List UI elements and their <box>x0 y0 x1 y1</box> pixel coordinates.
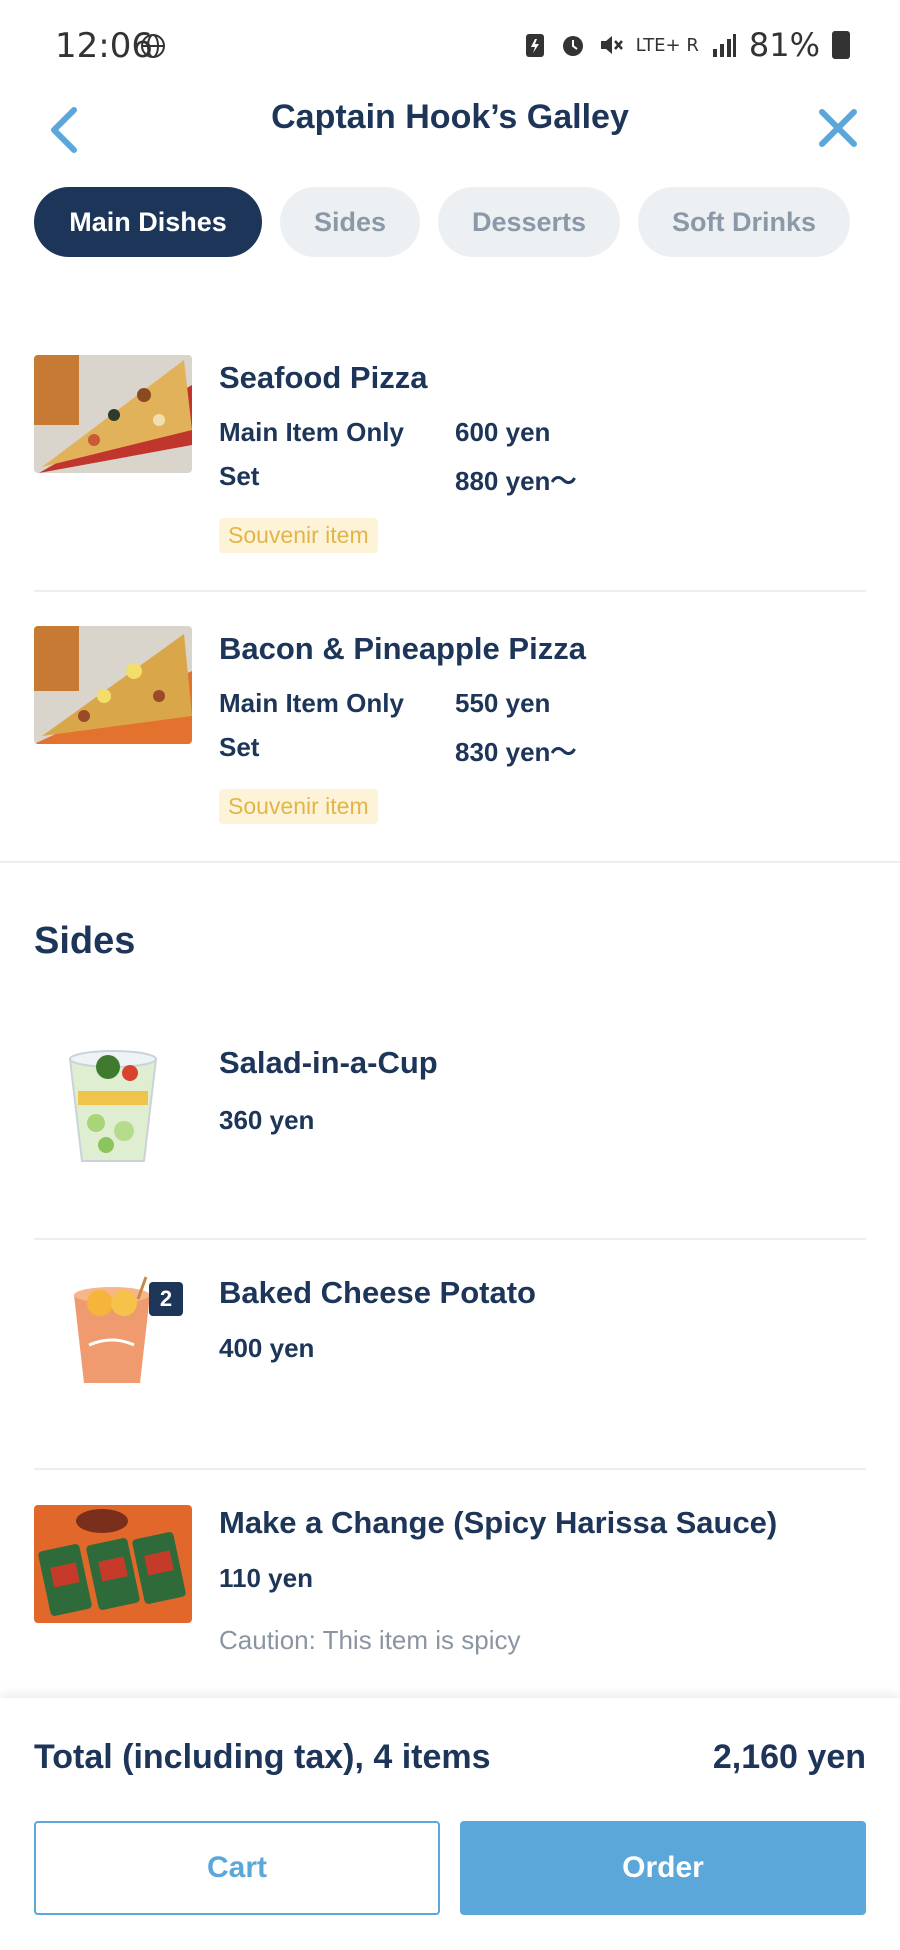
menu-item-harissa-sauce[interactable]: Make a Change (Spicy Harissa Sauce) 110 … <box>34 1505 866 1675</box>
section-title-sides: Sides <box>34 920 136 962</box>
item-name: Baked Cheese Potato <box>219 1275 536 1310</box>
menu-item-seafood-pizza[interactable]: Seafood Pizza Main Item Only 600 yen Set… <box>34 355 866 590</box>
souvenir-badge: Souvenir item <box>219 518 378 553</box>
price-row-main: Main Item Only 600 yen <box>219 417 550 448</box>
quantity-badge: 2 <box>149 1282 183 1316</box>
price-value: 600 yen <box>455 417 551 447</box>
spicy-caution-text: Caution: This item is spicy <box>219 1625 521 1655</box>
price-label: Main Item Only <box>219 417 404 447</box>
item-price: 110 yen <box>219 1563 313 1593</box>
mute-icon <box>600 36 623 54</box>
network-label: LTE+ R <box>635 34 699 56</box>
price-value: 550 yen <box>455 688 551 718</box>
salad-cup-image <box>34 1045 192 1165</box>
order-footer: Total (including tax), 4 items 2,160 yen… <box>0 1698 900 1950</box>
item-name: Salad-in-a-Cup <box>219 1045 438 1080</box>
price-value: 880 yen〜 <box>455 466 577 496</box>
souvenir-badge: Souvenir item <box>219 789 378 824</box>
divider <box>34 590 866 592</box>
cart-button[interactable]: Cart <box>34 1821 440 1915</box>
price-row-set: Set 880 yen〜 <box>219 461 576 496</box>
menu-item-baked-cheese-potato[interactable]: 2 Baked Cheese Potato 400 yen <box>34 1275 866 1455</box>
tab-main-dishes[interactable]: Main Dishes <box>34 187 262 257</box>
battery-saver-icon <box>525 34 544 57</box>
price-row-main: Main Item Only 550 yen <box>219 688 550 719</box>
order-button[interactable]: Order <box>460 1821 866 1915</box>
item-price: 400 yen <box>219 1333 315 1363</box>
status-icons: LTE+ R 81% <box>522 26 850 64</box>
status-time: 12:06 <box>55 26 153 66</box>
price-label: Set <box>219 461 260 491</box>
tab-soft-drinks[interactable]: Soft Drinks <box>638 187 850 257</box>
price-label: Main Item Only <box>219 688 404 718</box>
total-label: Total (including tax), 4 items <box>34 1738 491 1776</box>
globe-icon <box>141 34 165 58</box>
header: Captain Hook’s Galley <box>0 92 900 182</box>
seafood-pizza-image <box>34 355 192 473</box>
battery-icon <box>832 31 850 59</box>
menu-item-salad-in-a-cup[interactable]: Salad-in-a-Cup 360 yen <box>34 1045 866 1225</box>
price-value: 830 yen〜 <box>455 737 577 767</box>
item-price: 360 yen <box>219 1105 315 1135</box>
section-divider <box>0 861 900 863</box>
divider <box>34 1468 866 1470</box>
page-title: Captain Hook’s Galley <box>271 98 629 136</box>
battery-percent: 81% <box>748 26 820 64</box>
category-tabs: Main Dishes Sides Desserts Soft Drinks <box>34 187 850 257</box>
menu-item-bacon-pineapple-pizza[interactable]: Bacon & Pineapple Pizza Main Item Only 5… <box>34 626 866 861</box>
item-name: Make a Change (Spicy Harissa Sauce) <box>219 1505 778 1540</box>
item-name: Bacon & Pineapple Pizza <box>219 631 586 666</box>
item-name: Seafood Pizza <box>219 360 428 395</box>
total-value: 2,160 yen <box>712 1738 866 1776</box>
divider <box>34 1238 866 1240</box>
price-row-set: Set 830 yen〜 <box>219 732 576 767</box>
price-label: Set <box>219 732 260 762</box>
tab-sides[interactable]: Sides <box>280 187 420 257</box>
tab-desserts[interactable]: Desserts <box>438 187 620 257</box>
close-icon[interactable] <box>808 98 868 158</box>
status-bar: 12:06 LTE+ R 81% <box>0 0 900 92</box>
harissa-sauce-image <box>34 1505 192 1623</box>
signal-icon <box>712 34 736 57</box>
alarm-icon <box>562 36 583 56</box>
bacon-pineapple-pizza-image <box>34 626 192 744</box>
